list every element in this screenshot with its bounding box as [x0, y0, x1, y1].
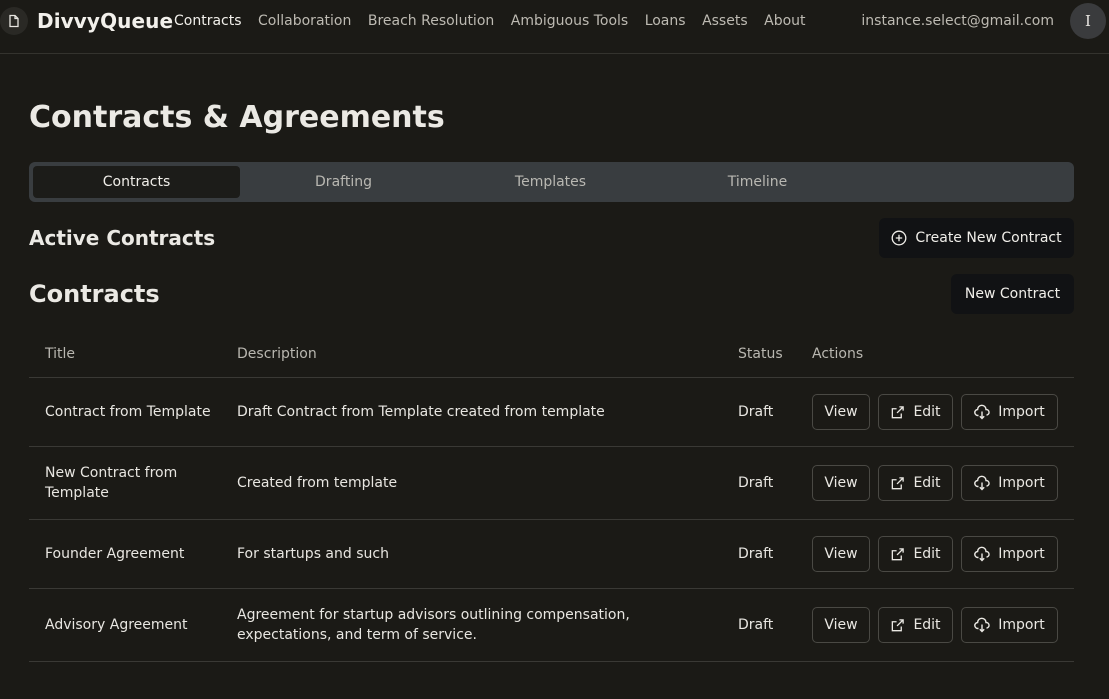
contracts-heading: Contracts: [29, 280, 160, 308]
tab-templates[interactable]: Templates: [447, 166, 654, 198]
edit-label: Edit: [913, 546, 941, 562]
tab-timeline[interactable]: Timeline: [654, 166, 861, 198]
edit-button[interactable]: Edit: [878, 536, 953, 572]
import-button[interactable]: Import: [961, 465, 1058, 501]
row-description: Draft Contract from Template created fro…: [237, 404, 605, 420]
view-button[interactable]: View: [812, 394, 870, 430]
nav-assets[interactable]: Assets: [702, 13, 748, 29]
row-title: Advisory Agreement: [45, 617, 188, 633]
import-button[interactable]: Import: [961, 394, 1058, 430]
new-contract-button[interactable]: New Contract: [951, 274, 1074, 314]
external-link-icon: [892, 618, 905, 631]
edit-button[interactable]: Edit: [878, 607, 953, 643]
external-link-icon: [892, 476, 905, 489]
edit-button[interactable]: Edit: [878, 394, 953, 430]
user-email: instance.select@gmail.com: [861, 13, 1054, 29]
plus-circle-icon: [891, 230, 907, 246]
row-title: Contract from Template: [45, 404, 211, 420]
row-actions: View Edit Import: [812, 607, 1058, 643]
import-button[interactable]: Import: [961, 607, 1058, 643]
nav-loans[interactable]: Loans: [645, 13, 686, 29]
row-actions: View Edit Import: [812, 536, 1058, 572]
edit-label: Edit: [913, 617, 941, 633]
row-status: Draft: [738, 404, 774, 420]
import-label: Import: [998, 404, 1045, 420]
nav-collaboration[interactable]: Collaboration: [258, 13, 351, 29]
external-link-icon: [892, 547, 905, 560]
column-description: Description: [237, 346, 317, 362]
row-description: For startups and such: [237, 546, 389, 562]
row-status: Draft: [738, 475, 774, 491]
import-label: Import: [998, 546, 1045, 562]
active-contracts-heading: Active Contracts: [29, 226, 216, 250]
cloud-download-icon: [974, 546, 990, 562]
table-row: Contract from Template Draft Contract fr…: [29, 378, 1074, 447]
top-navigation: DivvyQueue Contracts Collaboration Breac…: [0, 0, 1109, 54]
nav-breach-resolution[interactable]: Breach Resolution: [368, 13, 494, 29]
row-title: Founder Agreement: [45, 546, 185, 562]
import-label: Import: [998, 475, 1045, 491]
nav-ambiguous-tools[interactable]: Ambiguous Tools: [511, 13, 628, 29]
document-icon[interactable]: [0, 7, 28, 35]
column-actions: Actions: [812, 346, 864, 362]
contracts-table: Title Description Status Actions Contrac…: [29, 330, 1074, 662]
tab-drafting[interactable]: Drafting: [240, 166, 447, 198]
edit-button[interactable]: Edit: [878, 465, 953, 501]
brand-name[interactable]: DivvyQueue: [37, 9, 173, 33]
table-row: Advisory Agreement Agreement for startup…: [29, 589, 1074, 662]
tab-bar: Contracts Drafting Templates Timeline: [29, 162, 1074, 202]
row-title: New Contract from Template: [45, 465, 178, 501]
view-button[interactable]: View: [812, 536, 870, 572]
table-row: Founder Agreement For startups and such …: [29, 520, 1074, 589]
row-description: Created from template: [237, 475, 398, 491]
column-title: Title: [45, 346, 76, 362]
edit-label: Edit: [913, 475, 941, 491]
create-new-contract-label: Create New Contract: [915, 230, 1062, 246]
table-header: Title Description Status Actions: [29, 330, 1074, 378]
main-nav: Contracts Collaboration Breach Resolutio…: [174, 13, 822, 29]
row-status: Draft: [738, 617, 774, 633]
row-actions: View Edit Import: [812, 394, 1058, 430]
import-button[interactable]: Import: [961, 536, 1058, 572]
avatar[interactable]: I: [1070, 3, 1106, 39]
import-label: Import: [998, 617, 1045, 633]
nav-contracts[interactable]: Contracts: [174, 13, 242, 29]
row-actions: View Edit Import: [812, 465, 1058, 501]
row-status: Draft: [738, 546, 774, 562]
page-title: Contracts & Agreements: [29, 100, 445, 135]
edit-label: Edit: [913, 404, 941, 420]
view-button[interactable]: View: [812, 465, 870, 501]
view-button[interactable]: View: [812, 607, 870, 643]
table-row: New Contract from Template Created from …: [29, 447, 1074, 520]
external-link-icon: [892, 405, 905, 418]
row-description: Agreement for startup advisors outlining…: [237, 607, 630, 643]
cloud-download-icon: [974, 404, 990, 420]
create-new-contract-button[interactable]: Create New Contract: [879, 218, 1074, 258]
nav-about[interactable]: About: [764, 13, 805, 29]
column-status: Status: [738, 346, 783, 362]
tab-contracts[interactable]: Contracts: [33, 166, 240, 198]
cloud-download-icon: [974, 617, 990, 633]
cloud-download-icon: [974, 475, 990, 491]
